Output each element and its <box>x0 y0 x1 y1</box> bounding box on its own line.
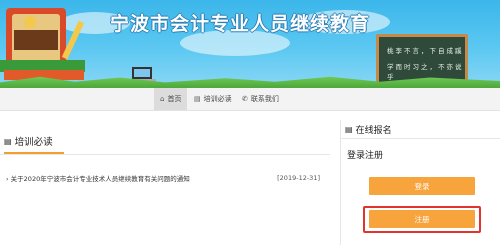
signup-title: ▤ 在线报名 <box>345 123 392 136</box>
home-icon: ⌂ <box>160 95 165 103</box>
header-banner: 宁波市会计专业人员继续教育 桃李不言，下自成蹊 学而时习之，不亦说乎 <box>0 0 500 88</box>
list-item[interactable]: › 关于2020年宁波市会计专业技术人员继续教育有关问题的通知 [2019-12… <box>6 171 320 185</box>
signup-subtitle: 登录注册 <box>347 151 384 161</box>
nav-item-home[interactable]: ⌂ 首页 <box>154 88 188 110</box>
training-header: ▤ 培训必读 <box>0 126 330 155</box>
nav-item-label: 联系我们 <box>250 95 279 103</box>
section-underline <box>4 152 64 154</box>
signup-header: ▤ 在线报名 <box>341 120 500 139</box>
login-button[interactable]: 登录 <box>369 177 475 195</box>
section-title-text: 培训必读 <box>14 137 53 148</box>
nav-item-contact[interactable]: ✆ 联系我们 <box>236 88 285 110</box>
signup-title-text: 在线报名 <box>355 126 392 136</box>
news-link[interactable]: › 关于2020年宁波市会计专业技术人员继续教育有关问题的通知 <box>6 173 190 183</box>
books-illustration <box>0 8 85 80</box>
document-icon: ▤ <box>345 125 353 134</box>
nav-item-training[interactable]: ▤ 培训必读 <box>188 88 238 110</box>
main-nav: ⌂ 首页 ▤ 培训必读 ✆ 联系我们 <box>0 88 500 111</box>
news-date: [2019-12-31] <box>277 174 320 182</box>
site-title: 宁波市会计专业人员继续教育 <box>110 13 371 35</box>
nav-item-label: 首页 <box>167 95 182 103</box>
training-title: ▤ 培训必读 <box>4 134 53 149</box>
chalkboard-line: 桃李不言，下自成蹊 <box>387 47 464 55</box>
book-icon: ▤ <box>4 136 12 146</box>
phone-icon: ✆ <box>242 95 248 103</box>
nav-item-label: 培训必读 <box>203 95 232 103</box>
news-title[interactable]: 关于2020年宁波市会计专业技术人员继续教育有关问题的通知 <box>11 175 190 183</box>
training-panel: ▤ 培训必读 › 关于2020年宁波市会计专业技术人员继续教育有关问题的通知 [… <box>0 126 330 245</box>
register-button[interactable]: 注册 <box>369 210 475 228</box>
signup-panel: ▤ 在线报名 登录注册 登录 注册 <box>340 120 500 245</box>
book-icon: ▤ <box>194 95 201 103</box>
